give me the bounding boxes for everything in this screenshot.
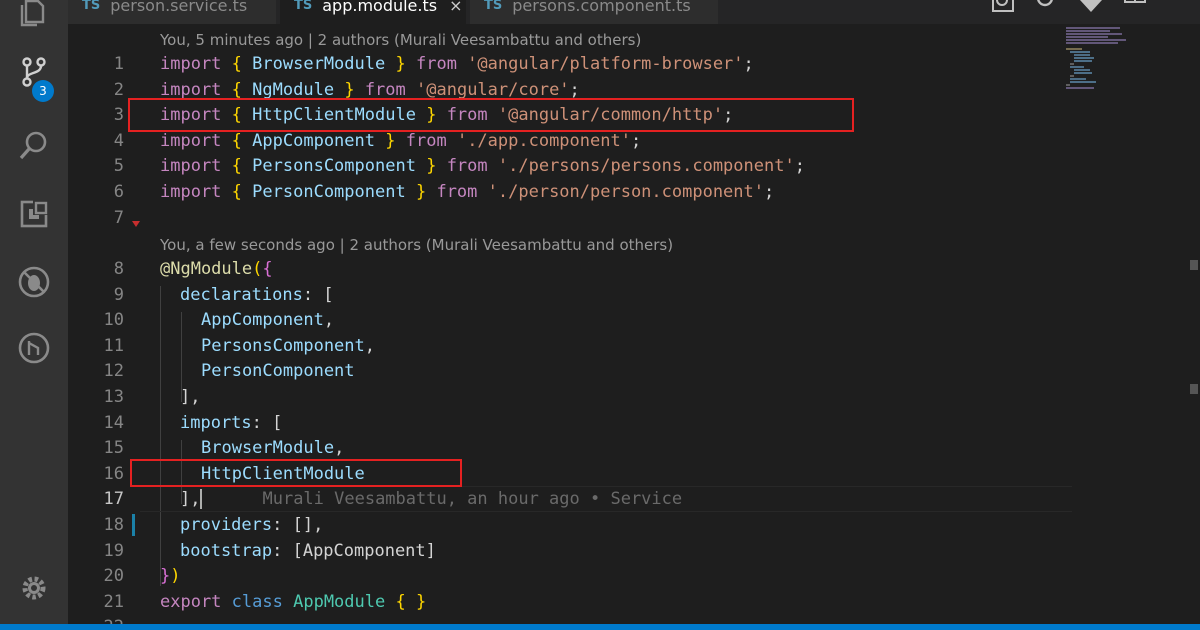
code-line-5: import { PersonsComponent } from './pers… (160, 156, 805, 176)
line-number: 10 (103, 310, 124, 330)
settings-gear-icon[interactable] (12, 566, 56, 610)
line-number: 15 (103, 438, 124, 458)
typescript-icon: TS (82, 0, 101, 13)
tab-label: persons.component.ts (512, 0, 691, 15)
tab-label: app.module.ts (322, 0, 438, 15)
indent-guide (160, 286, 161, 586)
modified-line-marker (132, 514, 135, 536)
line-number: 3 (113, 105, 124, 125)
remote-icon[interactable] (12, 326, 56, 370)
line-number: 2 (113, 80, 124, 100)
code-line-21: export class AppModule { } (160, 592, 427, 612)
close-icon[interactable]: × (449, 0, 462, 15)
line-number: 20 (103, 566, 124, 586)
search-icon[interactable] (12, 124, 56, 168)
line-number: 8 (113, 259, 124, 279)
tab-app-module[interactable]: TS app.module.ts × (280, 0, 466, 24)
line-number: 14 (103, 413, 124, 433)
explorer-icon[interactable] (12, 0, 56, 34)
typescript-icon: TS (484, 0, 503, 13)
code-line-6: import { PersonComponent } from './perso… (160, 182, 775, 202)
annotation-box-imports-entry (130, 459, 462, 487)
debug-icon[interactable] (12, 260, 56, 304)
annotation-box-import (128, 98, 854, 132)
code-line-10: AppComponent, (201, 310, 335, 330)
code-line-20: }) (160, 566, 181, 586)
typescript-icon: TS (294, 0, 313, 13)
open-changes-icon[interactable] (990, 0, 1016, 14)
code-line-11: PersonsComponent, (201, 336, 376, 356)
activity-bar: 3 (0, 0, 68, 630)
code-line-14: imports: [ (180, 413, 283, 433)
source-control-badge: 3 (32, 80, 54, 102)
line-number: 7 (113, 208, 124, 228)
git-history-icon[interactable] (1078, 0, 1104, 14)
codelens-authors[interactable]: You, a few seconds ago | 2 authors (Mura… (160, 236, 673, 254)
line-number: 1 (113, 54, 124, 74)
code-line-13: ], (180, 387, 201, 407)
line-number: 19 (103, 541, 124, 561)
scrollbar-thumb-marker[interactable] (1190, 384, 1198, 394)
line-number: 21 (103, 592, 124, 612)
line-number: 18 (103, 515, 124, 535)
code-line-9: declarations: [ (180, 285, 334, 305)
codelens-authors[interactable]: You, 5 minutes ago | 2 authors (Murali V… (160, 31, 641, 49)
extensions-icon[interactable] (12, 192, 56, 236)
tab-label: person.service.ts (110, 0, 248, 15)
line-number: 5 (113, 156, 124, 176)
deleted-line-marker (132, 221, 140, 227)
tab-person-service[interactable]: TS person.service.ts (68, 0, 276, 24)
line-number: 16 (103, 464, 124, 484)
code-line-12: PersonComponent (201, 361, 355, 381)
vertical-scrollbar[interactable] (1188, 24, 1200, 624)
git-compare-icon[interactable] (1032, 0, 1058, 14)
code-line-15: BrowserModule, (201, 438, 345, 458)
line-number: 11 (103, 336, 124, 356)
code-line-18: providers: [], (180, 515, 324, 535)
status-bar (0, 624, 1200, 630)
line-number: 6 (113, 182, 124, 202)
code-line-8: @NgModule({ (160, 259, 273, 279)
code-line-19: bootstrap: [AppComponent] (180, 541, 436, 561)
line-number: 13 (103, 387, 124, 407)
line-number: 9 (113, 285, 124, 305)
code-line-1: import { BrowserModule } from '@angular/… (160, 54, 754, 74)
line-number: 4 (113, 131, 124, 151)
code-editor[interactable]: 1 2 3 4 5 6 7 8 9 10 11 12 13 14 15 16 1… (68, 24, 1200, 630)
line-number: 12 (103, 361, 124, 381)
minimap[interactable] (1060, 24, 1200, 624)
tab-persons-component[interactable]: TS persons.component.ts (470, 0, 718, 24)
split-editor-icon[interactable] (1122, 0, 1148, 14)
tab-bar: TS person.service.ts TS app.module.ts × … (68, 0, 1200, 24)
scrollbar-thumb-marker[interactable] (1190, 260, 1198, 270)
current-line-highlight (140, 486, 1072, 512)
line-number: 17 (103, 489, 124, 509)
